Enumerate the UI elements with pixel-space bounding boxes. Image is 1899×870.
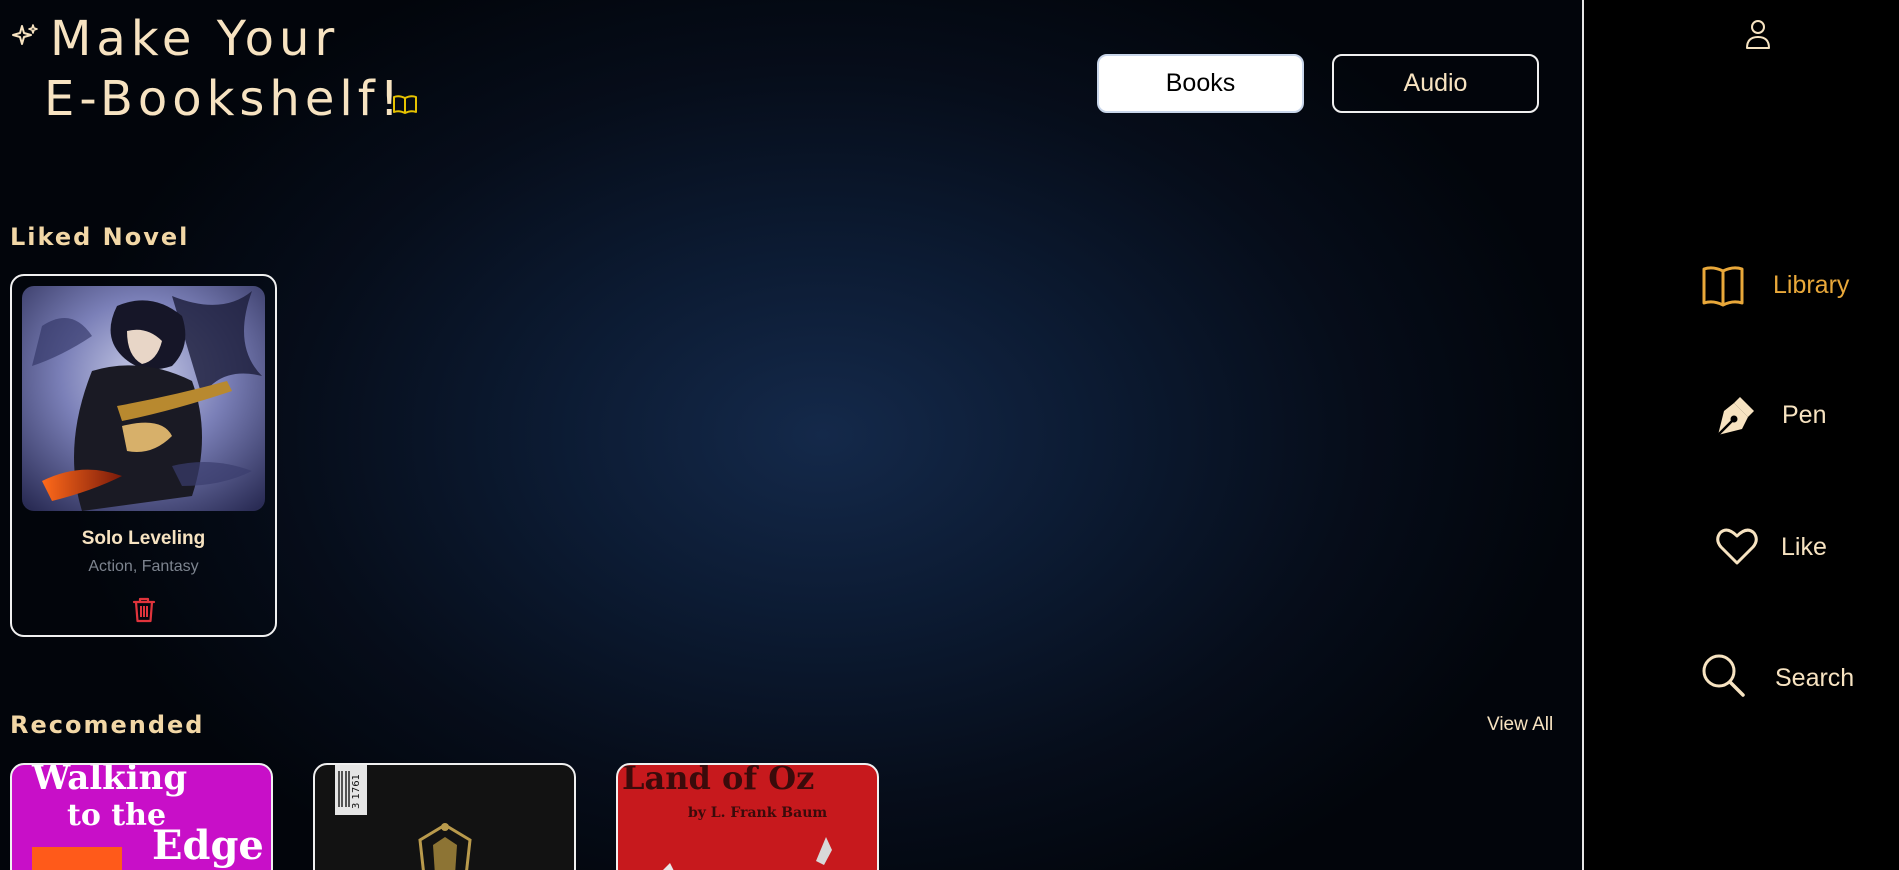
page-title-line1: Make Your (50, 11, 340, 67)
sidebar-item-label: Pen (1782, 401, 1827, 429)
heart-icon (1716, 528, 1758, 565)
book-icon (1702, 266, 1744, 307)
book-cover-image (22, 286, 265, 511)
user-icon[interactable] (1744, 18, 1772, 50)
barcode-text: 3 1761 (351, 774, 362, 809)
cover-text: Walking (31, 765, 187, 798)
main-content: Make Your E-Bookshelf! Books Audio Liked… (0, 0, 1582, 870)
liked-book-card[interactable]: Solo Leveling Action, Fantasy (10, 274, 277, 637)
sparkles-icon (12, 24, 38, 45)
book-genre: Action, Fantasy (88, 558, 199, 575)
cover-text: by L. Frank Baum (688, 805, 827, 821)
view-all-link[interactable]: View All (1487, 714, 1553, 736)
open-book-icon (393, 95, 417, 114)
recommended-book-card[interactable]: Walking to the Edge (10, 763, 273, 870)
cover-text: Land of Oz (622, 765, 814, 797)
book-title: Solo Leveling (81, 528, 206, 549)
sidebar-item-like[interactable]: Like (1700, 523, 1890, 583)
sidebar-item-label: Like (1781, 533, 1827, 561)
sidebar-item-label: Search (1775, 664, 1855, 692)
page-title-line2: E-Bookshelf! (44, 71, 404, 127)
books-toggle-button[interactable]: Books (1097, 54, 1304, 113)
pen-nib-icon (1717, 397, 1754, 436)
audio-toggle-button[interactable]: Audio (1332, 54, 1539, 113)
recommended-book-card[interactable]: Land of Oz by L. Frank Baum (616, 763, 879, 870)
search-icon (1702, 654, 1745, 697)
sidebar-item-label: Library (1773, 271, 1850, 299)
sidebar-item-library[interactable]: Library (1700, 263, 1890, 323)
recommended-heading: Recomended (10, 711, 205, 739)
liked-novel-heading: Liked Novel (10, 223, 190, 251)
cover-text: Edge (152, 822, 264, 869)
app-window: Make Your E-Bookshelf! Books Audio Liked… (0, 0, 1899, 870)
recommended-book-card[interactable]: 3 1761 (313, 763, 576, 870)
sidebar-item-search[interactable]: Search (1700, 652, 1890, 712)
trash-icon[interactable] (131, 596, 157, 624)
sidebar-item-pen[interactable]: Pen (1700, 393, 1890, 453)
